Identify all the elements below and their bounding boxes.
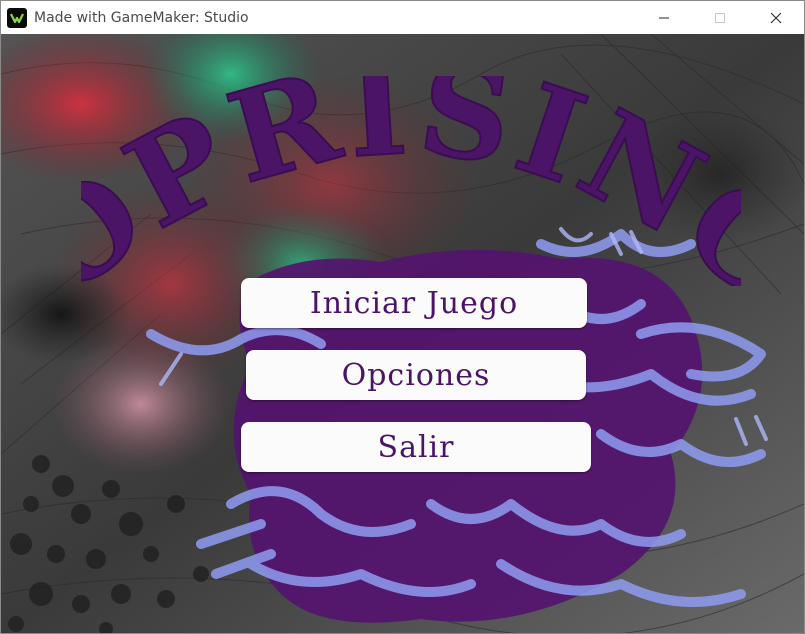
exit-button[interactable]: Salir — [241, 422, 591, 472]
exit-label: Salir — [377, 429, 455, 465]
start-game-label: Iniciar Juego — [309, 285, 519, 321]
options-label: Opciones — [341, 357, 491, 393]
game-logo: OPRISING — [81, 76, 741, 286]
logo-title: OPRISING — [81, 76, 741, 286]
svg-text:OPRISING: OPRISING — [81, 76, 741, 286]
start-game-button[interactable]: Iniciar Juego — [241, 278, 587, 328]
maximize-button[interactable] — [692, 1, 748, 34]
maximize-icon — [715, 12, 725, 23]
close-icon — [770, 12, 782, 23]
options-button[interactable]: Opciones — [246, 350, 586, 400]
window-title: Made with GameMaker: Studio — [34, 9, 249, 26]
title-bar[interactable]: Made with GameMaker: Studio — [1, 1, 804, 34]
minimize-button[interactable] — [636, 1, 692, 34]
game-window: Made with GameMaker: Studio PRISIN Inici… — [0, 0, 805, 634]
close-button[interactable] — [748, 1, 804, 34]
minimize-icon — [659, 17, 669, 18]
gamemaker-icon — [7, 7, 27, 28]
game-canvas[interactable]: OPRISING Iniciar Juego Opciones Salir — [1, 34, 804, 633]
